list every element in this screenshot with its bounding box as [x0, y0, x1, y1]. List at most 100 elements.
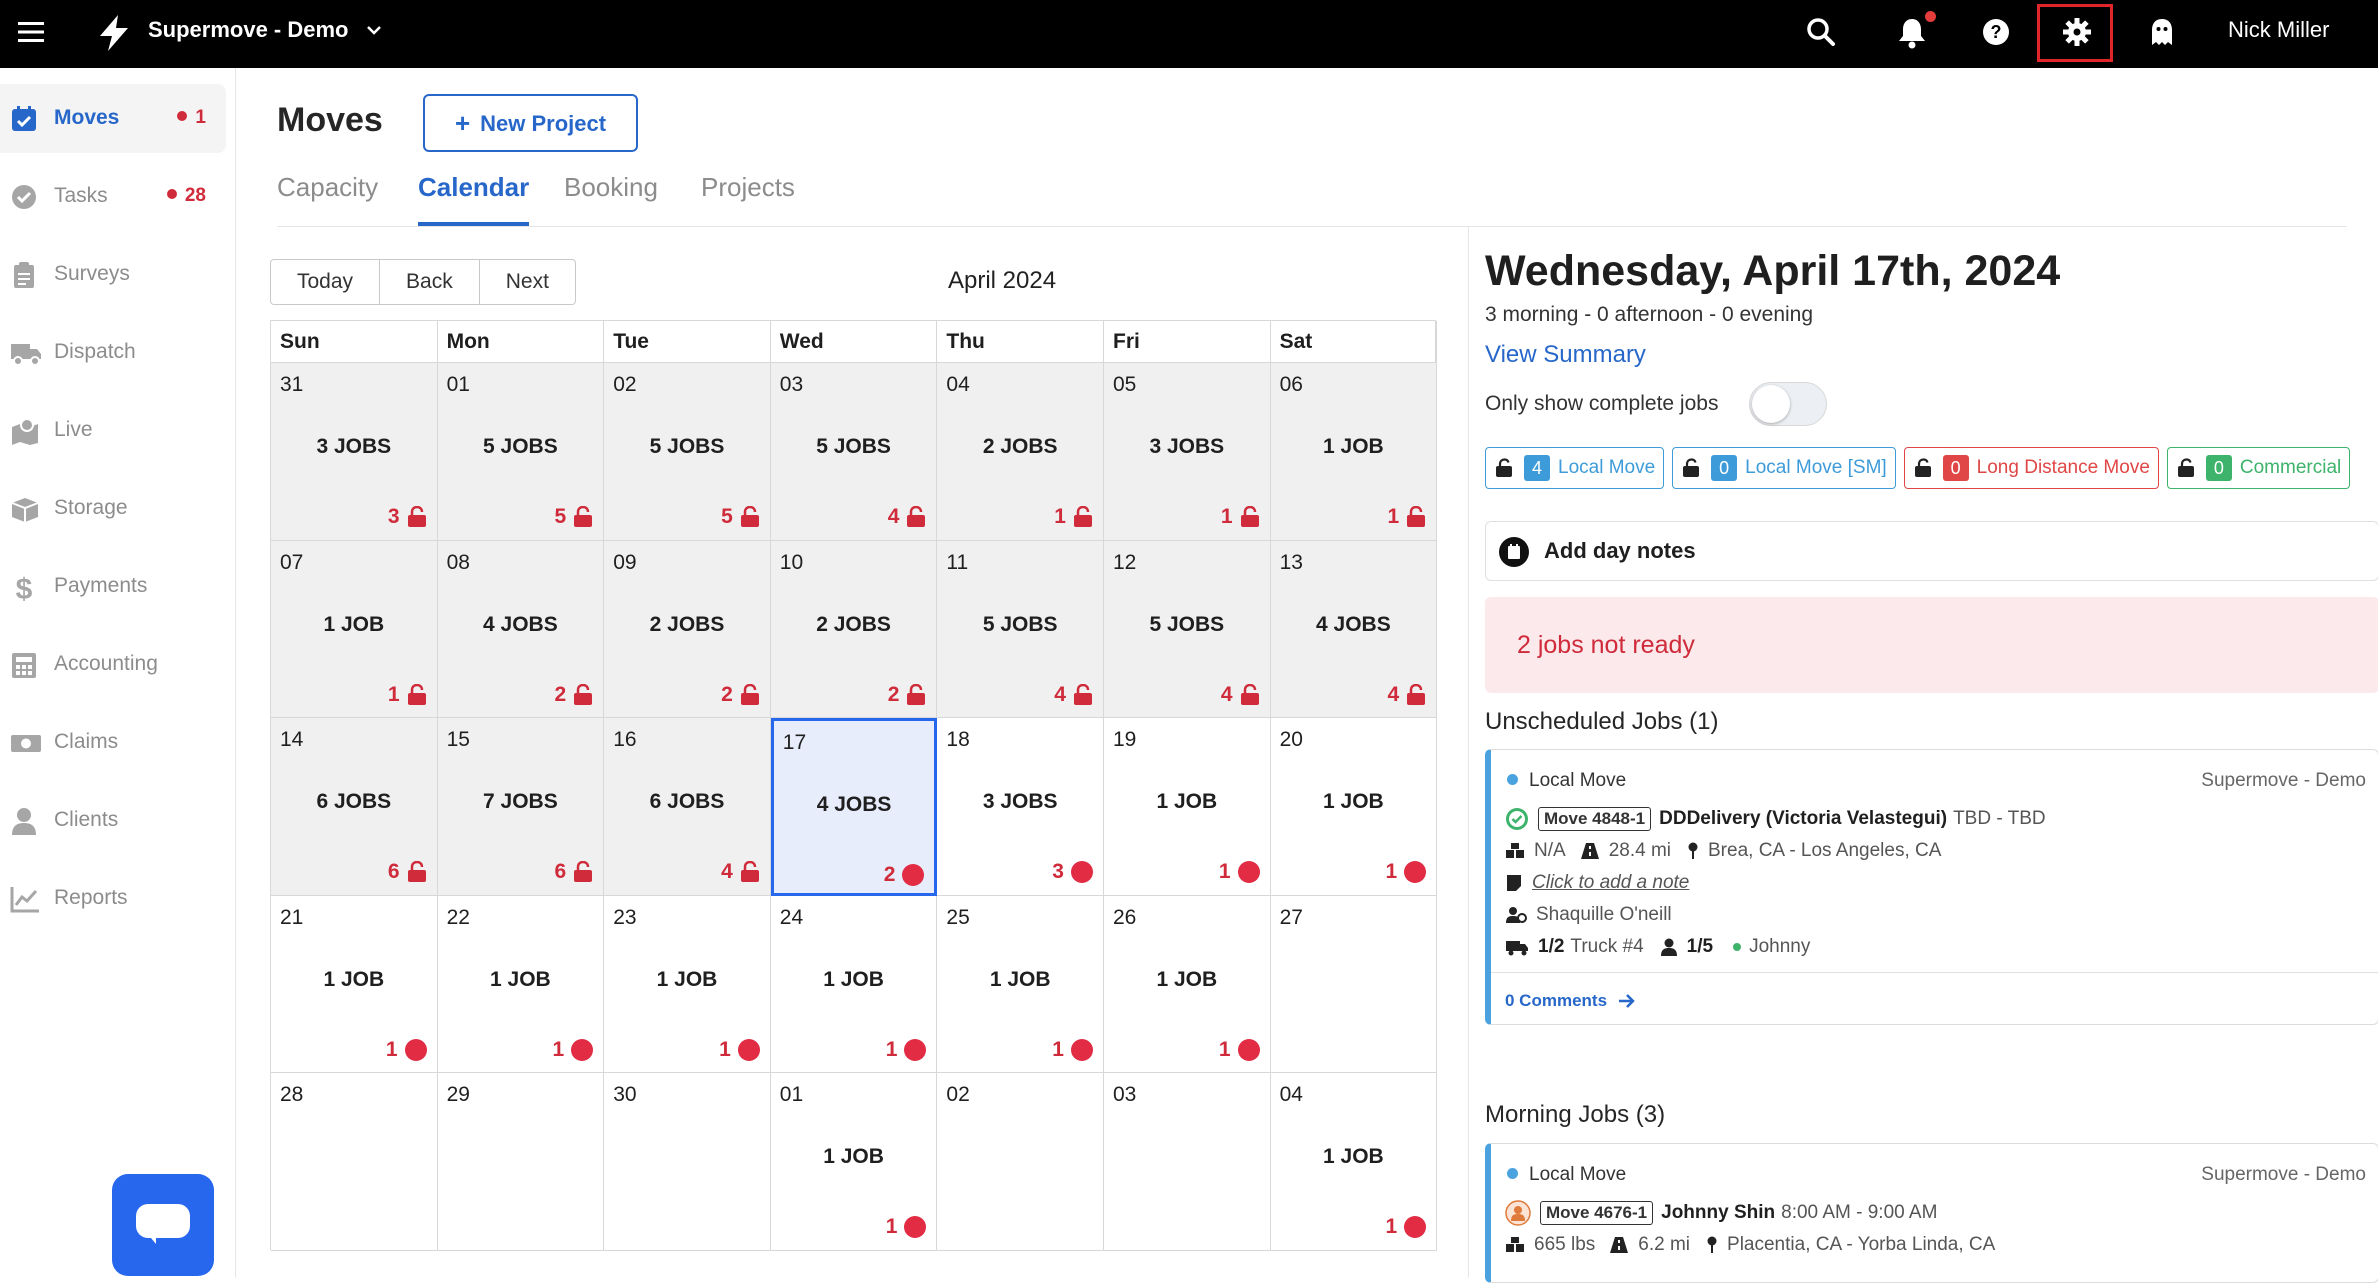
tab-calendar[interactable]: Calendar [418, 172, 530, 226]
svg-text:$: $ [16, 573, 33, 603]
job-weight: 665 lbs [1534, 1234, 1596, 1255]
job-card-unscheduled[interactable]: Local Move Supermove - Demo Move 4848-1 … [1485, 749, 2378, 1025]
next-button[interactable]: Next [479, 259, 576, 305]
customer-avatar-icon [1505, 1200, 1531, 1226]
job-count: 4 JOBS [816, 793, 892, 817]
day-status: 1 [1219, 860, 1260, 884]
status-dot-icon [737, 1038, 760, 1061]
ghost-icon[interactable] [2149, 17, 2175, 47]
calendar-day-cell[interactable]: 31 3 JOBS 3 [271, 363, 438, 541]
gear-icon[interactable] [2062, 17, 2092, 47]
calendar-day-cell[interactable]: 13 4 JOBS 4 [1270, 540, 1438, 719]
calendar-day-cell[interactable]: 26 1 JOB 1 [1104, 895, 1271, 1074]
jobs-not-ready-banner[interactable]: 2 jobs not ready [1485, 597, 2378, 693]
calendar-day-cell[interactable]: 03 5 JOBS 4 [770, 363, 938, 541]
move-id[interactable]: Move 4848-1 [1538, 807, 1652, 831]
calendar-day-cell[interactable]: 12 5 JOBS 4 [1104, 540, 1271, 719]
calendar-day-cell[interactable]: 10 2 JOBS 2 [770, 540, 938, 719]
today-button[interactable]: Today [270, 259, 381, 305]
day-number: 04 [1279, 1083, 1303, 1107]
sidebar-item-dispatch[interactable]: Dispatch [0, 318, 226, 387]
only-complete-toggle[interactable] [1749, 382, 1827, 426]
day-status: 4 [721, 860, 760, 884]
view-summary-link[interactable]: View Summary [1485, 341, 1646, 369]
sidebar-item-live[interactable]: Live [0, 396, 226, 465]
user-name[interactable]: Nick Miller [2228, 17, 2329, 43]
tabs: Capacity Calendar Booking Projects [277, 172, 1967, 226]
sidebar-item-label: Live [54, 418, 93, 441]
month-calendar: Sun Mon Tue Wed Thu Fri Sat 31 3 JOBS 3 01 5 JOBS 5 0… [270, 320, 1438, 1251]
job-type-chip[interactable]: 0 Commercial [2166, 447, 2351, 489]
back-button[interactable]: Back [380, 259, 480, 305]
sidebar-item-claims[interactable]: Claims [0, 708, 226, 777]
calendar-day-cell[interactable]: 08 4 JOBS 2 [437, 540, 605, 719]
calendar-day-cell[interactable]: 01 5 JOBS 5 [437, 363, 605, 541]
day-number: 14 [280, 728, 304, 752]
sidebar-item-surveys[interactable]: Surveys [0, 240, 226, 309]
tab-capacity[interactable]: Capacity [277, 172, 378, 226]
move-id[interactable]: Move 4676-1 [1540, 1201, 1654, 1225]
tab-projects[interactable]: Projects [701, 172, 795, 226]
calendar-day-cell[interactable]: 28 [271, 1073, 438, 1251]
sidebar-item-clients[interactable]: Clients [0, 786, 226, 855]
org-name[interactable]: Supermove - Demo [148, 17, 349, 43]
calendar-day-cell[interactable]: 06 1 JOB 1 [1270, 363, 1438, 541]
calendar-day-cell[interactable]: 15 7 JOBS 6 [437, 718, 605, 896]
calendar-day-cell[interactable]: 01 1 JOB 1 [770, 1073, 938, 1251]
calendar-day-cell[interactable]: 25 1 JOB 1 [937, 895, 1104, 1074]
chevron-down-icon[interactable] [366, 24, 382, 36]
status-count: 4 [721, 860, 733, 884]
calendar-day-cell[interactable]: 30 [604, 1073, 771, 1251]
sidebar-item-accounting[interactable]: Accounting [0, 630, 226, 699]
calendar-day-cell[interactable]: 18 3 JOBS 3 [937, 718, 1104, 896]
dollar-icon: $ [10, 573, 38, 603]
search-icon[interactable] [1806, 17, 1836, 47]
bell-icon[interactable] [1897, 17, 1927, 49]
status-count: 1 [719, 1037, 731, 1061]
calendar-day-cell[interactable]: 16 6 JOBS 4 [604, 718, 771, 896]
day-number: 10 [779, 550, 804, 574]
new-project-button[interactable]: + New Project [423, 94, 638, 152]
sidebar-item-tasks[interactable]: Tasks 28 [0, 162, 226, 231]
calendar-day-cell[interactable]: 22 1 JOB 1 [437, 895, 605, 1074]
calendar-day-cell[interactable]: 11 5 JOBS 4 [937, 540, 1104, 719]
calendar-day-cell[interactable]: 20 1 JOB 1 [1270, 718, 1438, 896]
calendar-day-cell[interactable]: 05 3 JOBS 1 [1104, 363, 1271, 541]
calendar-day-cell[interactable]: 24 1 JOB 1 [770, 895, 938, 1074]
tab-booking[interactable]: Booking [564, 172, 658, 226]
job-type-chip[interactable]: 0 Long Distance Move [1903, 447, 2159, 489]
calendar-day-cell[interactable]: 02 5 JOBS 5 [604, 363, 771, 541]
calendar-day-cell[interactable]: 27 [1270, 895, 1438, 1074]
sidebar-item-payments[interactable]: $ Payments [0, 552, 226, 621]
job-type-chip[interactable]: 0 Local Move [SM] [1672, 447, 1896, 489]
job-card-morning[interactable]: Local Move Supermove - Demo Move 4676-1 … [1485, 1143, 2378, 1283]
calendar-day-cell[interactable]: 14 6 JOBS 6 [271, 718, 438, 896]
lock-icon [1406, 506, 1426, 528]
add-note-link[interactable]: Click to add a note [1532, 872, 1689, 894]
calendar-day-cell[interactable]: 04 1 JOB 1 [1270, 1073, 1438, 1251]
sidebar-item-reports[interactable]: Reports [0, 864, 226, 933]
calendar-day-cell[interactable]: 19 1 JOB 1 [1104, 718, 1271, 896]
calendar-day-cell[interactable]: 02 [937, 1073, 1104, 1251]
day-number: 13 [1279, 550, 1303, 574]
calendar-day-cell[interactable]: 04 2 JOBS 1 [937, 363, 1104, 541]
status-dot-icon [1070, 1038, 1093, 1061]
chat-button[interactable] [112, 1174, 214, 1276]
calendar-day-cell[interactable]: 09 2 JOBS 2 [604, 540, 771, 719]
add-day-notes-button[interactable]: Add day notes [1485, 521, 2378, 581]
help-icon[interactable]: ? [1981, 17, 2011, 47]
chip-count: 0 [1711, 455, 1738, 481]
job-type-chip[interactable]: 4 Local Move [1485, 447, 1665, 489]
calculator-icon [10, 651, 38, 679]
calendar-day-cell[interactable]: 03 [1104, 1073, 1271, 1251]
calendar-day-cell[interactable]: 23 1 JOB 1 [604, 895, 771, 1074]
hamburger-menu-icon[interactable] [18, 20, 44, 44]
calendar-day-cell[interactable]: 17 4 JOBS 2 [770, 718, 938, 896]
month-label: April 2024 [948, 267, 1057, 294]
comments-link[interactable]: 0 Comments [1505, 991, 1637, 1011]
sidebar-item-moves[interactable]: Moves 1 [0, 84, 226, 153]
calendar-day-cell[interactable]: 21 1 JOB 1 [271, 895, 438, 1074]
sidebar-item-storage[interactable]: Storage [0, 474, 226, 543]
calendar-day-cell[interactable]: 07 1 JOB 1 [271, 540, 438, 719]
calendar-day-cell[interactable]: 29 [437, 1073, 605, 1251]
